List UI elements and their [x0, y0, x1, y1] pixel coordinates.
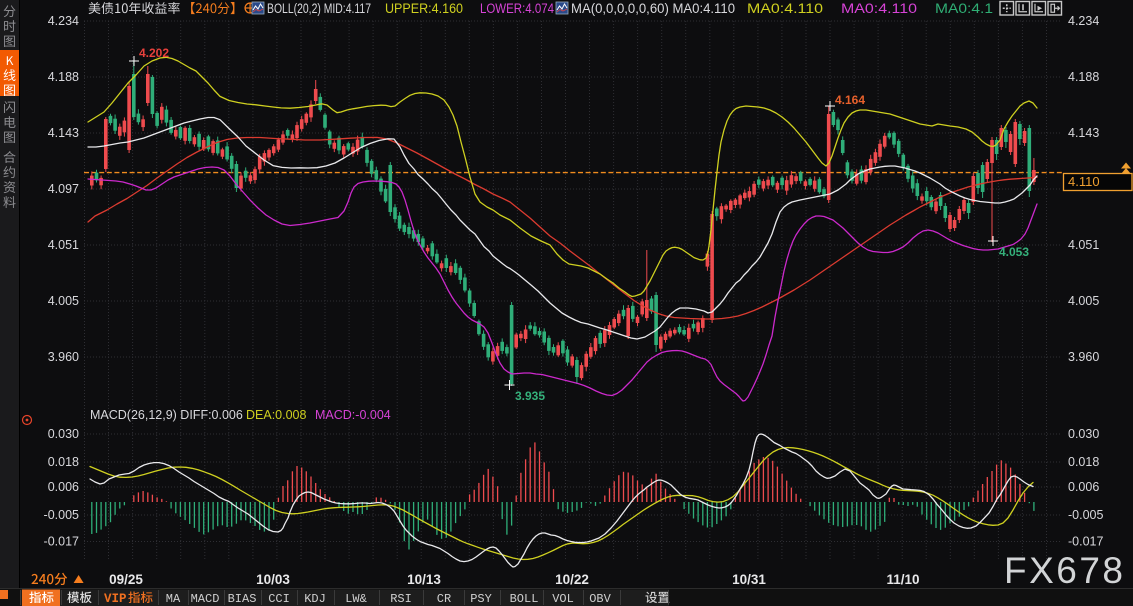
svg-text:OBV: OBV: [589, 592, 611, 606]
svg-text:4.097: 4.097: [48, 182, 79, 196]
svg-text:0.006: 0.006: [48, 480, 79, 494]
svg-text:11/10: 11/10: [886, 572, 919, 587]
svg-text:-0.017: -0.017: [44, 535, 79, 549]
svg-text:0.018: 0.018: [1068, 455, 1099, 469]
svg-text:4.143: 4.143: [1068, 126, 1099, 140]
svg-text:BOLL(20,2) MID:4.117: BOLL(20,2) MID:4.117: [267, 1, 371, 16]
svg-text:3.960: 3.960: [48, 350, 79, 364]
svg-text:4.164: 4.164: [835, 93, 865, 107]
svg-text:MA0:4.110: MA0:4.110: [747, 1, 823, 16]
svg-text:3.935: 3.935: [515, 389, 545, 403]
svg-text:KDJ: KDJ: [304, 592, 326, 606]
svg-text:4.051: 4.051: [48, 238, 79, 252]
svg-text:4.188: 4.188: [1068, 70, 1099, 84]
svg-text:-0.017: -0.017: [1068, 535, 1103, 549]
svg-text:MA: MA: [166, 592, 181, 606]
svg-text:4.202: 4.202: [139, 46, 169, 60]
svg-text:10/13: 10/13: [407, 572, 441, 587]
svg-text:MA0:4.1: MA0:4.1: [935, 1, 993, 16]
svg-text:-0.005: -0.005: [1068, 508, 1103, 522]
svg-text:0.006: 0.006: [1068, 480, 1099, 494]
svg-text:CR: CR: [437, 592, 451, 606]
svg-text:MA(0,0,0,0,0,60) MA0:4.110: MA(0,0,0,0,0,60) MA0:4.110: [571, 1, 735, 16]
svg-text:FX678: FX678: [1004, 550, 1126, 591]
svg-text:10/03: 10/03: [256, 572, 290, 587]
svg-text:BOLL: BOLL: [510, 592, 539, 606]
svg-text:0.018: 0.018: [48, 455, 79, 469]
svg-text:4.005: 4.005: [1068, 294, 1099, 308]
svg-text:CCI: CCI: [268, 592, 290, 606]
svg-text:3.960: 3.960: [1068, 350, 1099, 364]
svg-text:4.234: 4.234: [48, 14, 79, 28]
svg-text:4.188: 4.188: [48, 70, 79, 84]
svg-text:LOWER:4.074: LOWER:4.074: [480, 1, 554, 16]
svg-text:4.143: 4.143: [48, 126, 79, 140]
svg-text:PSY: PSY: [470, 592, 492, 606]
svg-text:4.234: 4.234: [1068, 14, 1099, 28]
svg-text:-0.005: -0.005: [44, 508, 79, 522]
svg-text:VIP: VIP: [104, 592, 127, 606]
svg-text:MACD:-0.004: MACD:-0.004: [315, 408, 391, 422]
svg-text:0.030: 0.030: [48, 427, 79, 441]
svg-text:LW&: LW&: [345, 592, 367, 606]
svg-text:UPPER:4.160: UPPER:4.160: [385, 1, 463, 16]
svg-text:MA0:4.110: MA0:4.110: [841, 1, 917, 16]
svg-text:4.051: 4.051: [1068, 238, 1099, 252]
svg-text:MACD: MACD: [191, 592, 220, 606]
svg-text:10/22: 10/22: [555, 572, 589, 587]
svg-text:10/31: 10/31: [732, 572, 766, 587]
svg-text:RSI: RSI: [390, 592, 412, 606]
svg-text:MACD(26,12,9) DIFF:0.006: MACD(26,12,9) DIFF:0.006: [90, 408, 243, 422]
svg-text:VOL: VOL: [552, 592, 574, 606]
svg-text:4.005: 4.005: [48, 294, 79, 308]
svg-text:09/25: 09/25: [109, 572, 143, 587]
svg-text:0.030: 0.030: [1068, 427, 1099, 441]
svg-text:4.053: 4.053: [999, 245, 1029, 259]
svg-text:DEA:0.008: DEA:0.008: [246, 408, 307, 422]
svg-text:4.110: 4.110: [1068, 174, 1100, 189]
svg-text:BIAS: BIAS: [228, 592, 257, 606]
